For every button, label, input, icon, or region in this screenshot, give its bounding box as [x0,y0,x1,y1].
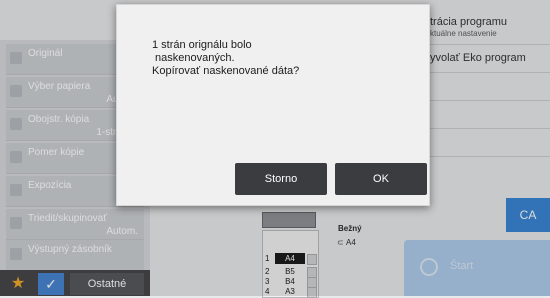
copy-screen: Originál A4 Výber papiera Autom. Obojstr… [0,0,550,298]
dialog-message-line: naskenovaných. [152,52,235,64]
cancel-button[interactable]: Storno [235,163,327,195]
dialog-message-line: 1 strán orignálu bolo [152,39,252,51]
dialog-message-line: Kopírovať naskenované dáta? [152,65,300,77]
scan-confirm-dialog: 1 strán orignálu bolo naskenovaných. Kop… [116,4,430,206]
dialog-message: 1 strán orignálu bolo naskenovaných. Kop… [152,39,402,78]
ok-button[interactable]: OK [335,163,427,195]
